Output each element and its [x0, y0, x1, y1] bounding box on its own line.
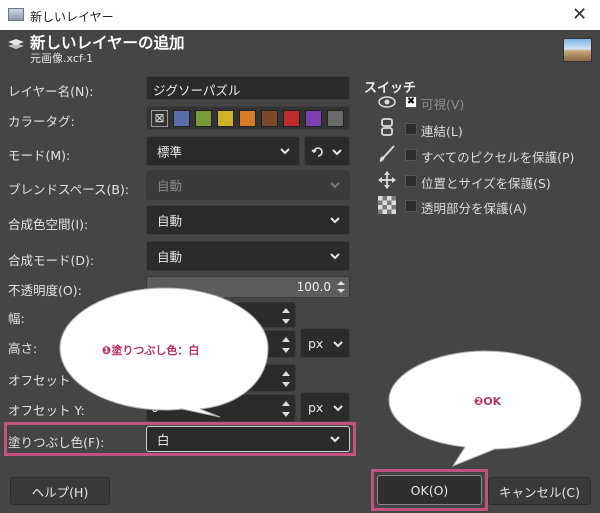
window-title: 新しいレイヤー [30, 10, 114, 24]
visible-label: 可視(V) [421, 97, 465, 112]
composite-mode-value: 自動 [157, 249, 183, 265]
fill-value: 白 [157, 432, 170, 448]
chevron-down-icon [330, 436, 340, 443]
composite-mode-combo[interactable]: 自動 [146, 241, 350, 271]
chain-icon [381, 118, 393, 136]
title-bar: 新しいレイヤー ✕ [0, 0, 600, 30]
blend-space-label: ブレンドスペース(B): [8, 182, 130, 197]
color-tag-swatch[interactable] [327, 110, 344, 127]
chevron-down-icon [330, 253, 340, 260]
spin-arrows-icon[interactable] [336, 280, 346, 294]
lock-alpha-checkbox[interactable] [405, 200, 417, 212]
callout-bubble-ok [388, 350, 582, 468]
chevron-down-icon [332, 149, 342, 156]
mode-label: モード(M): [8, 148, 71, 163]
color-tag-swatches [173, 110, 344, 127]
fill-combo[interactable]: 白 [146, 426, 350, 452]
chevron-down-icon [333, 405, 343, 412]
checker-icon [378, 196, 396, 214]
lock-pixels-label: すべてのピクセルを保護(P) [421, 150, 575, 165]
layers-icon [8, 39, 24, 49]
height-label: 高さ: [8, 341, 38, 356]
layer-name-input[interactable]: ジグソーパズル [146, 76, 350, 100]
color-tag-swatch[interactable] [239, 110, 256, 127]
close-icon[interactable]: ✕ [572, 4, 587, 25]
linked-checkbox[interactable] [405, 123, 417, 135]
eye-icon [378, 96, 396, 108]
fill-label: 塗りつぶし色(F): [8, 435, 105, 450]
color-tag-swatch[interactable] [261, 110, 278, 127]
offset-unit-combo[interactable]: px [300, 392, 350, 422]
composite-space-combo[interactable]: 自動 [146, 205, 350, 235]
color-tag-swatch[interactable] [305, 110, 322, 127]
layer-name-label: レイヤー名(N): [8, 84, 94, 99]
lock-alpha-label: 透明部分を保護(A) [421, 201, 527, 216]
composite-mode-label: 合成モード(D): [8, 253, 95, 268]
spin-arrows-icon[interactable] [281, 336, 291, 354]
layer-name-value: ジグソーパズル [153, 83, 241, 98]
linked-label: 連結(L) [421, 124, 463, 139]
width-label: 幅: [8, 311, 25, 326]
chevron-down-icon [333, 341, 343, 348]
help-button[interactable]: ヘルプ(H) [10, 477, 110, 505]
spin-arrows-icon[interactable] [281, 370, 291, 388]
spin-arrows-icon[interactable] [281, 307, 291, 325]
image-thumbnail [563, 38, 592, 62]
mode-combo[interactable]: 標準 [146, 136, 300, 166]
no-color-tag[interactable]: ⊠ [151, 110, 168, 127]
callout-fill-text: ❶塗りつぶし色：白 [102, 344, 200, 357]
callout-ok-text: ❷OK [474, 395, 502, 408]
color-tag-selector[interactable]: ⊠ [146, 106, 350, 130]
lock-pixels-checkbox[interactable] [405, 149, 417, 161]
lock-position-label: 位置とサイズを保護(S) [421, 176, 551, 191]
ok-button[interactable]: OK(O) [377, 475, 482, 505]
color-tag-swatch[interactable] [173, 110, 190, 127]
chevron-down-icon [280, 148, 290, 155]
switches-title: スイッチ [364, 81, 417, 96]
chevron-down-icon [330, 182, 340, 189]
color-tag-swatch[interactable] [195, 110, 212, 127]
move-icon [378, 171, 396, 189]
blend-space-combo[interactable]: 自動 [146, 170, 350, 200]
size-unit-combo[interactable]: px [300, 328, 350, 358]
blend-space-value: 自動 [157, 178, 183, 194]
size-unit-value: px [308, 336, 324, 351]
cancel-button[interactable]: キャンセル(C) [488, 477, 591, 505]
chevron-down-icon [330, 217, 340, 224]
mode-value: 標準 [157, 144, 183, 160]
image-name: 元画像.xcf-1 [30, 52, 94, 65]
app-icon [8, 8, 24, 21]
composite-space-label: 合成色空間(I): [8, 217, 89, 232]
brush-icon [379, 145, 395, 162]
color-tag-swatch[interactable] [217, 110, 234, 127]
reset-icon [311, 147, 323, 157]
opacity-value: 100.0 [296, 280, 331, 294]
offset-unit-value: px [308, 400, 324, 415]
color-tag-swatch[interactable] [283, 110, 300, 127]
lock-position-checkbox[interactable] [405, 175, 417, 187]
mode-reset-button[interactable] [304, 136, 350, 166]
visible-checkbox[interactable]: ✖ [405, 96, 417, 108]
composite-space-value: 自動 [157, 213, 183, 229]
color-tag-label: カラータグ: [8, 114, 75, 129]
spin-arrows-icon[interactable] [281, 400, 291, 418]
